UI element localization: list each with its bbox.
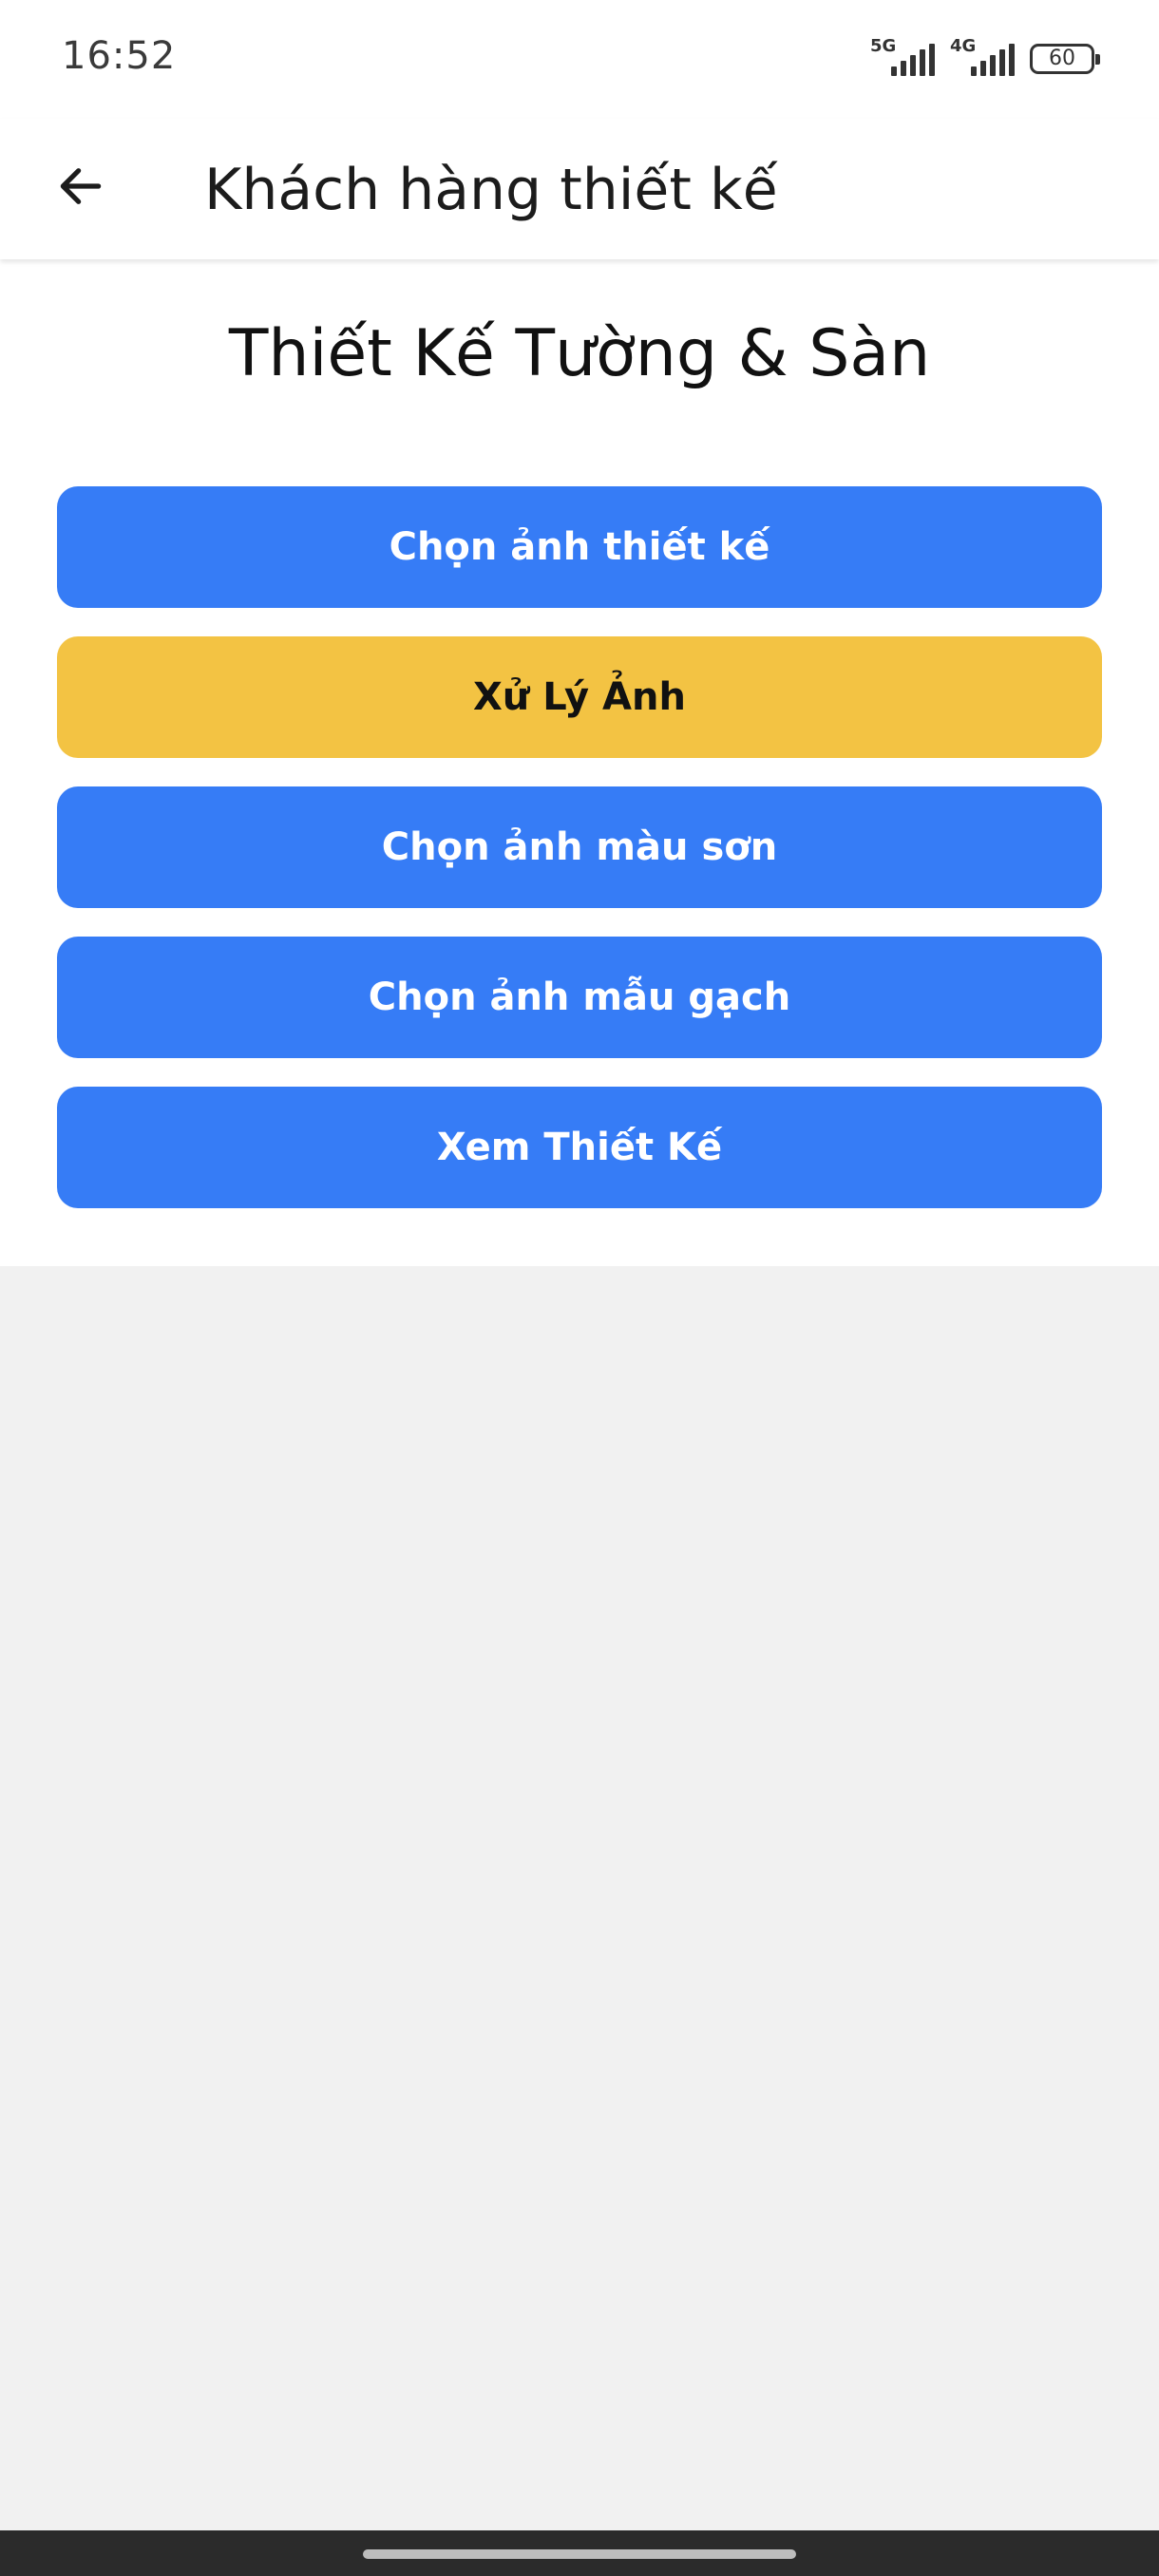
system-nav-bar — [0, 2530, 1159, 2576]
app-bar-title: Khách hàng thiết kế — [204, 157, 778, 223]
signal-bars — [971, 44, 1015, 76]
arrow-left-icon — [60, 168, 102, 204]
signal-5g-icon: 5G — [870, 36, 935, 76]
status-time: 16:52 — [62, 34, 177, 78]
signal-bars — [891, 44, 935, 76]
network-label-5g: 5G — [870, 36, 897, 56]
choose-design-image-button[interactable]: Chọn ảnh thiết kế — [57, 486, 1102, 608]
status-icons: 5G 4G 60 — [870, 36, 1100, 76]
back-button[interactable] — [42, 147, 120, 225]
screen: 16:52 5G 4G 60 Khách hàng thiết kế Thiết… — [0, 0, 1159, 2576]
battery-level: 60 — [1049, 47, 1075, 70]
status-bar: 16:52 5G 4G 60 — [0, 0, 1159, 119]
battery-icon: 60 — [1030, 44, 1100, 74]
app-bar: Khách hàng thiết kế — [0, 119, 1159, 259]
main-content: Thiết Kế Tường & Sàn Chọn ảnh thiết kế X… — [0, 259, 1159, 1266]
page-title: Thiết Kế Tường & Sàn — [228, 316, 931, 391]
view-design-button[interactable]: Xem Thiết Kế — [57, 1087, 1102, 1208]
home-indicator[interactable] — [363, 2549, 796, 2559]
choose-paint-color-image-button[interactable]: Chọn ảnh màu sơn — [57, 786, 1102, 908]
process-image-button[interactable]: Xử Lý Ảnh — [57, 636, 1102, 758]
network-label-4g: 4G — [950, 36, 977, 56]
choose-tile-sample-image-button[interactable]: Chọn ảnh mẫu gạch — [57, 937, 1102, 1058]
signal-4g-icon: 4G — [950, 36, 1015, 76]
